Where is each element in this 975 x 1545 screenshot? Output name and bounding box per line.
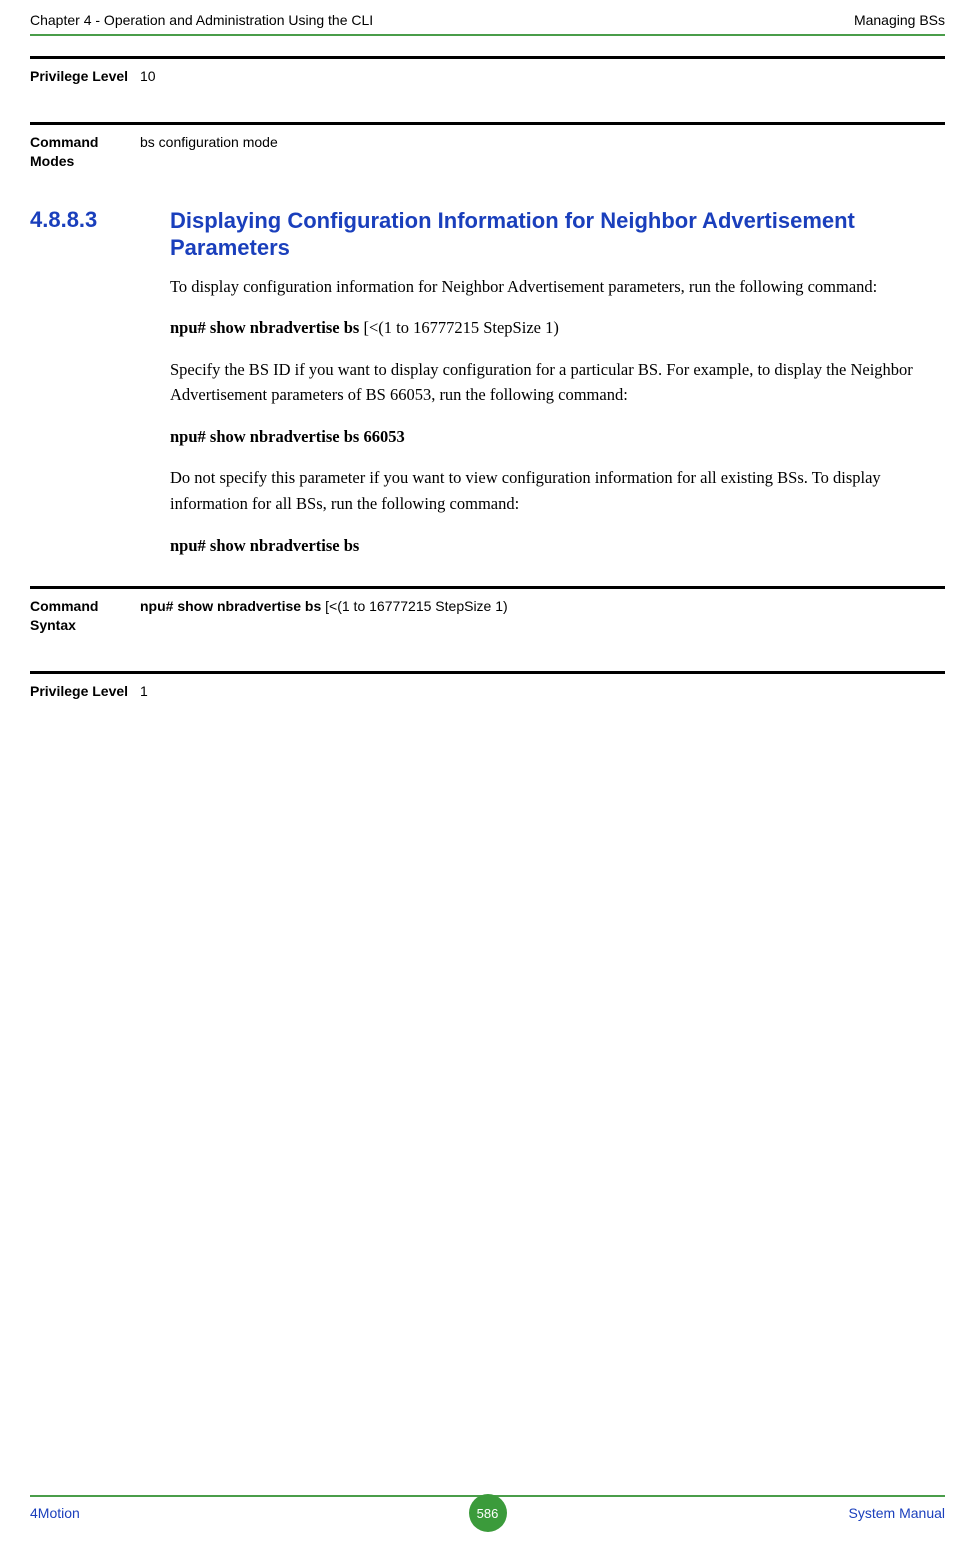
command-modes-block: Command Modes bs configuration mode — [30, 122, 945, 171]
page-number-badge: 586 — [469, 1494, 507, 1532]
command-modes-value: bs configuration mode — [140, 133, 278, 171]
command-syntax-value: npu# show nbradvertise bs [<(1 to 167772… — [140, 597, 508, 635]
section-number: 4.8.8.3 — [30, 207, 170, 262]
command-modes-label: Command Modes — [30, 133, 140, 171]
command-syntax-label: Command Syntax — [30, 597, 140, 635]
command-syntax-args: [<(1 to 16777215 StepSize 1) — [325, 598, 508, 614]
section-title: Displaying Configuration Information for… — [170, 207, 945, 262]
paragraph: Specify the BS ID if you want to display… — [170, 357, 945, 408]
body-text: To display configuration information for… — [170, 274, 945, 559]
page-footer: 4Motion 586 System Manual — [0, 1495, 975, 1521]
privilege-level-value: 10 — [140, 67, 156, 86]
privilege-level-label-2: Privilege Level — [30, 682, 140, 701]
header-left: Chapter 4 - Operation and Administration… — [30, 12, 373, 28]
page-content: Privilege Level 10 Command Modes bs conf… — [0, 36, 975, 701]
header-right: Managing BSs — [854, 12, 945, 28]
page-header: Chapter 4 - Operation and Administration… — [0, 0, 975, 34]
section-heading: 4.8.8.3 Displaying Configuration Informa… — [30, 207, 945, 262]
paragraph: To display configuration information for… — [170, 274, 945, 300]
paragraph: Do not specify this parameter if you wan… — [170, 465, 945, 516]
footer-right: System Manual — [849, 1505, 945, 1521]
command-syntax-bold: npu# show nbradvertise bs — [140, 598, 325, 614]
footer-left: 4Motion — [30, 1505, 80, 1521]
privilege-level-value-2: 1 — [140, 682, 148, 701]
privilege-level-block: Privilege Level 10 — [30, 56, 945, 86]
command-line: npu# show nbradvertise bs [<(1 to 167772… — [170, 315, 945, 341]
footer-row: 4Motion 586 System Manual — [30, 1505, 945, 1521]
privilege-level-block-2: Privilege Level 1 — [30, 671, 945, 701]
command-syntax-block: Command Syntax npu# show nbradvertise bs… — [30, 586, 945, 635]
command-bold: npu# show nbradvertise bs — [170, 318, 363, 337]
privilege-level-label: Privilege Level — [30, 67, 140, 86]
command-line: npu# show nbradvertise bs — [170, 533, 945, 559]
command-line: npu# show nbradvertise bs 66053 — [170, 424, 945, 450]
command-args: [<(1 to 16777215 StepSize 1) — [363, 318, 558, 337]
